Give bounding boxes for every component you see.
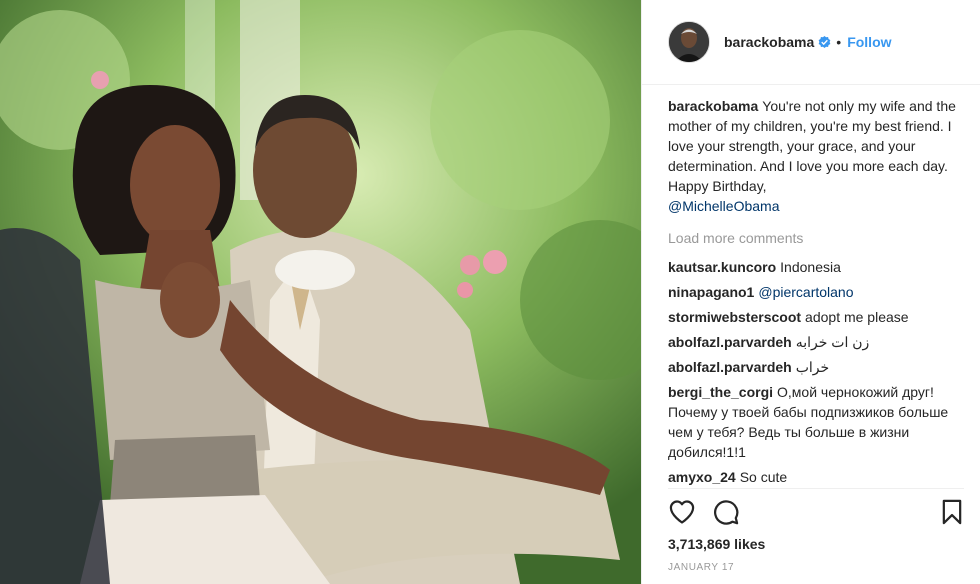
heart-icon[interactable] (668, 498, 696, 526)
bookmark-icon[interactable] (938, 498, 966, 526)
follow-button[interactable]: Follow (847, 34, 891, 50)
post-date[interactable]: JANUARY 17 (668, 562, 734, 573)
load-more-comments-button[interactable]: Load more comments (668, 228, 968, 248)
comment-item: abolfazl.parvardeh زن ات خرابه (668, 332, 968, 352)
speech-bubble-icon[interactable] (712, 498, 740, 526)
post-header: barackobama • Follow (642, 0, 980, 85)
verified-badge-icon (818, 35, 831, 48)
comment-text: So cute (739, 469, 788, 485)
like-count[interactable]: 3,713,869 likes (668, 536, 765, 552)
comment-text[interactable]: @piercartolano (758, 284, 853, 300)
avatar[interactable] (668, 21, 710, 63)
comment-text: Indonesia (780, 259, 841, 275)
action-bar (668, 498, 966, 528)
comment-item: stormiwebsterscoot adopt me please (668, 307, 968, 327)
comment-item: kautsar.kuncoro Indonesia (668, 257, 968, 277)
comment-item: bergi_the_corgi О,мой чернокожий друг! По… (668, 382, 968, 462)
comment-text: زن ات خرابه (795, 334, 870, 350)
comment-author[interactable]: kautsar.kuncoro (668, 259, 776, 275)
comment-author[interactable]: abolfazl.parvardeh (668, 359, 792, 375)
comment-text: خراب (795, 359, 830, 375)
comment-item: abolfazl.parvardeh خراب (668, 357, 968, 377)
comment-author[interactable]: abolfazl.parvardeh (668, 334, 792, 350)
post-side-panel: barackobama • Follow barackobama You're n… (641, 0, 980, 584)
comment-item: amyxo_24 So cute (668, 467, 968, 487)
comment-author[interactable]: ninapagano1 (668, 284, 754, 300)
post-photo[interactable] (0, 0, 641, 584)
post-author[interactable]: barackobama (724, 34, 814, 50)
caption-mention[interactable]: @MichelleObama (668, 198, 779, 214)
avatar-image (669, 22, 709, 62)
comments-list: barackobama You're not only my wife and t… (668, 96, 968, 492)
comment-author[interactable]: amyxo_24 (668, 469, 736, 485)
caption: barackobama You're not only my wife and t… (668, 96, 968, 216)
comment-text: adopt me please (805, 309, 909, 325)
comment-author[interactable]: bergi_the_corgi (668, 384, 773, 400)
separator-dot: • (836, 34, 842, 50)
divider (668, 488, 964, 489)
comment-item: ninapagano1 @piercartolano (668, 282, 968, 302)
photo-illustration (0, 0, 641, 584)
caption-author[interactable]: barackobama (668, 98, 758, 114)
comment-author[interactable]: stormiwebsterscoot (668, 309, 801, 325)
